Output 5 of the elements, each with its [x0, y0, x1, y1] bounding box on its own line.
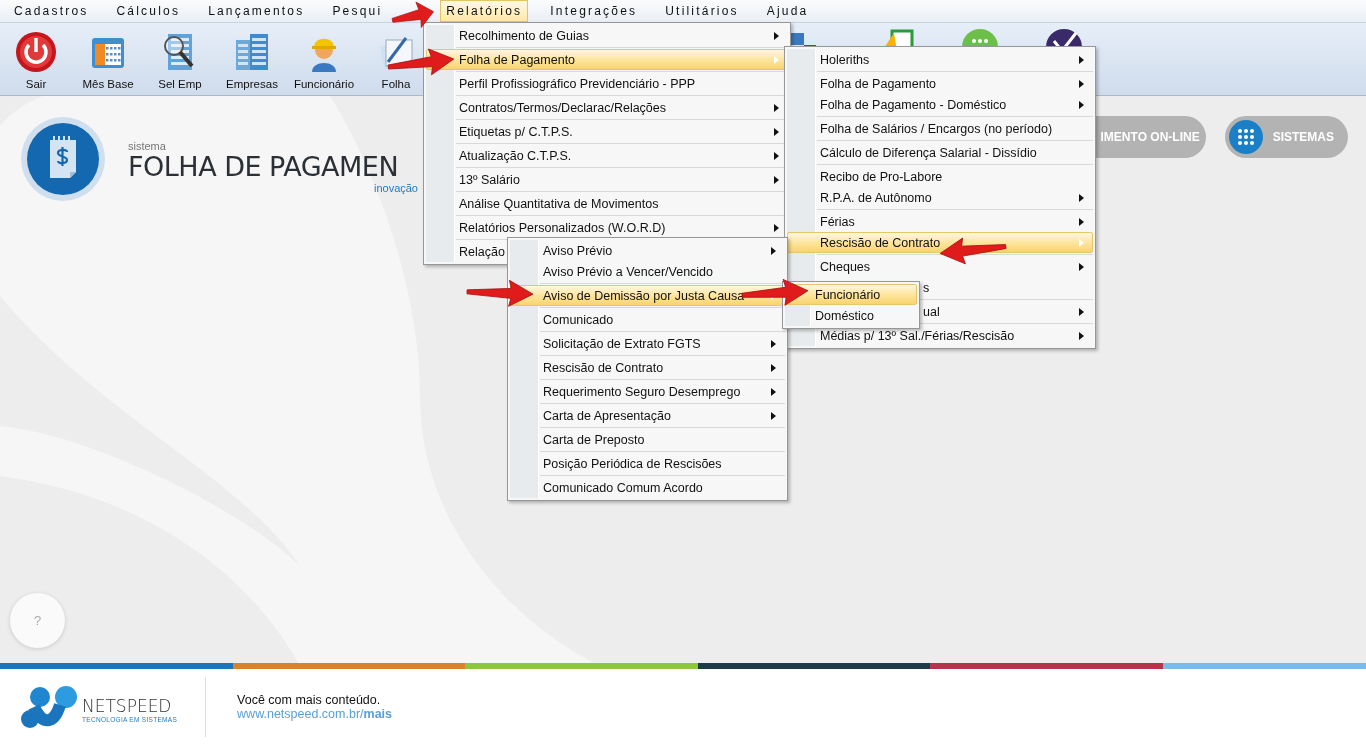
- system-title: FOLHA DE PAGAMEN: [128, 152, 399, 182]
- system-caption: sistema: [128, 140, 166, 152]
- footer-slogan: Você com mais conteúdo.: [237, 693, 382, 707]
- system-tagline: inovação: [373, 182, 418, 194]
- brand-name: NETSPEED: [82, 695, 173, 716]
